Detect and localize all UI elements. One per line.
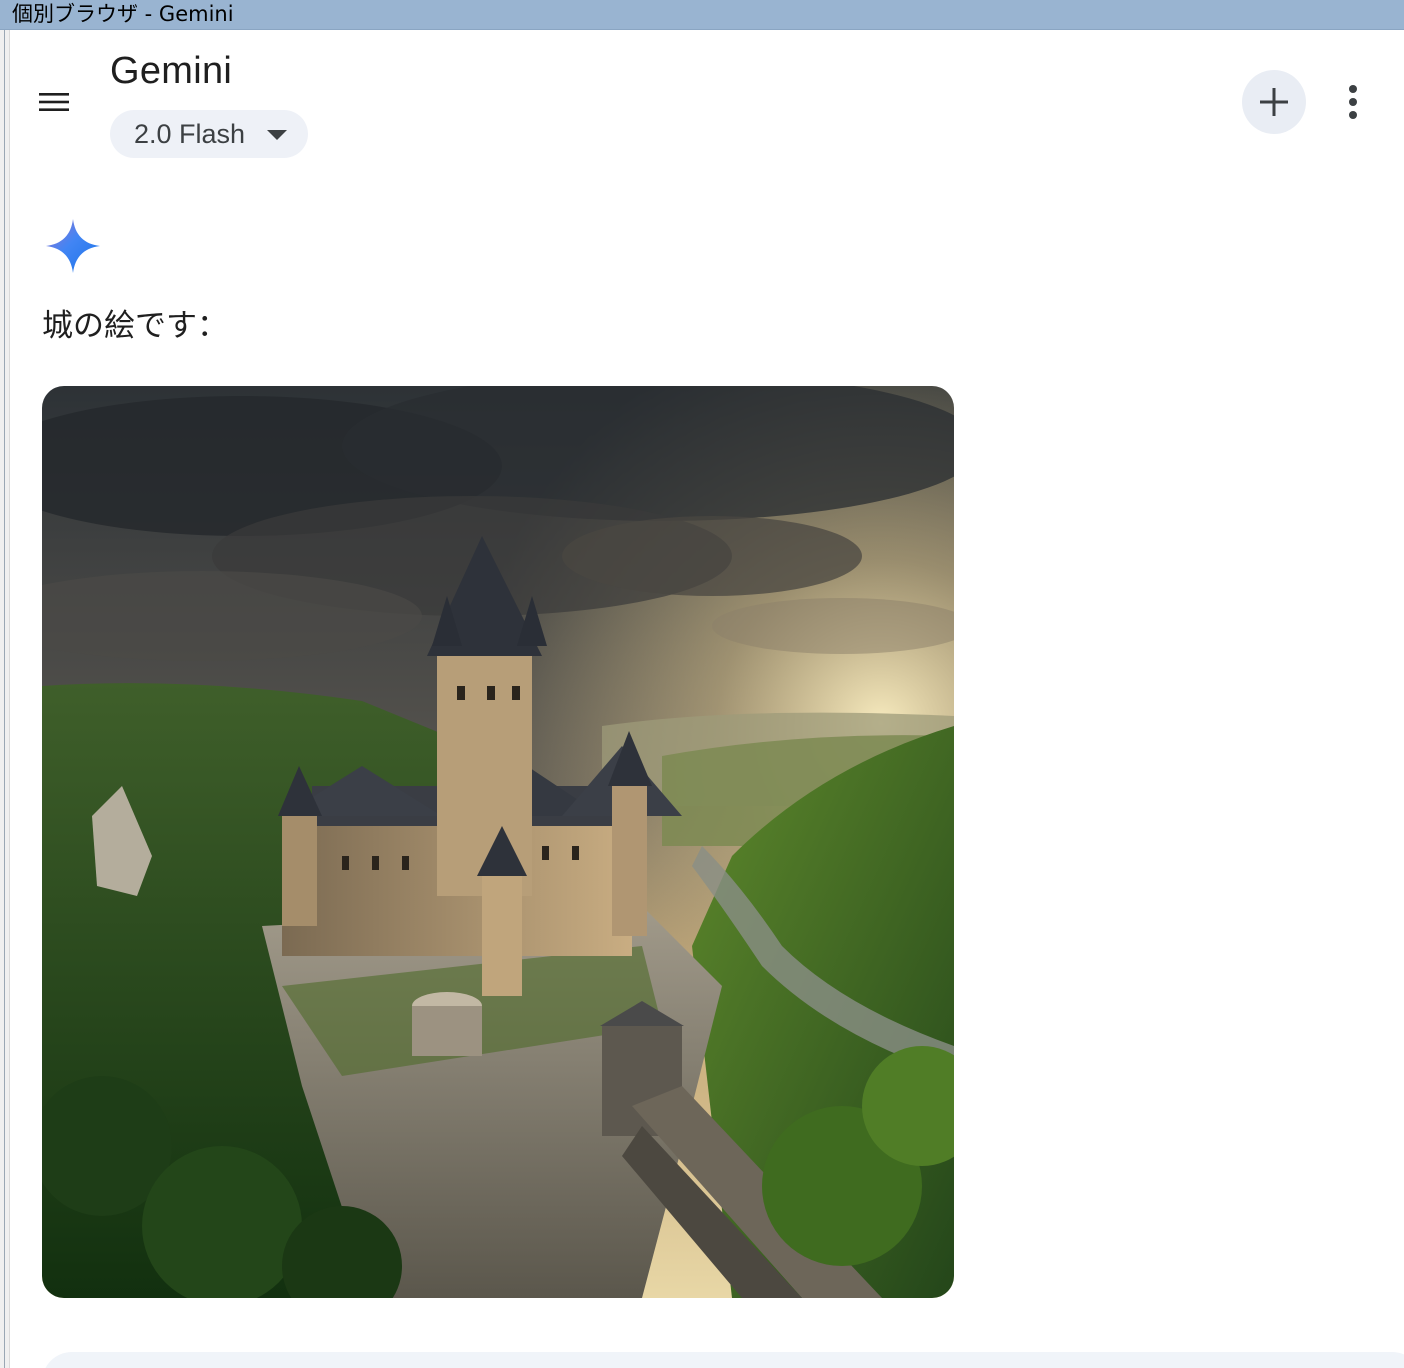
castle-image-illustration [42,386,954,1298]
new-chat-button[interactable] [1242,70,1306,134]
response-text: 城の絵です： [42,308,228,344]
generated-castle-image[interactable] [42,386,954,1298]
window-frame-line [4,30,5,1368]
main-menu-button[interactable] [29,80,79,124]
app-header: Gemini 2.0 Flash [11,30,1404,170]
app-title: Gemini [110,50,233,92]
plus-icon [1260,88,1288,116]
more-options-button[interactable] [1333,78,1373,126]
caret-down-icon [267,130,287,140]
vertical-dots-icon [1349,85,1357,119]
model-selector-dropdown[interactable]: 2.0 Flash [110,110,308,158]
window-titlebar: 個別ブラウザ - Gemini [0,0,1404,30]
gemini-spark-icon [46,219,100,273]
prompt-input-bar[interactable] [42,1352,1404,1368]
hamburger-menu-icon [39,93,69,111]
window-frame-left [0,30,10,1368]
model-selector-label: 2.0 Flash [134,118,246,149]
window-title: 個別ブラウザ - Gemini [12,2,234,26]
